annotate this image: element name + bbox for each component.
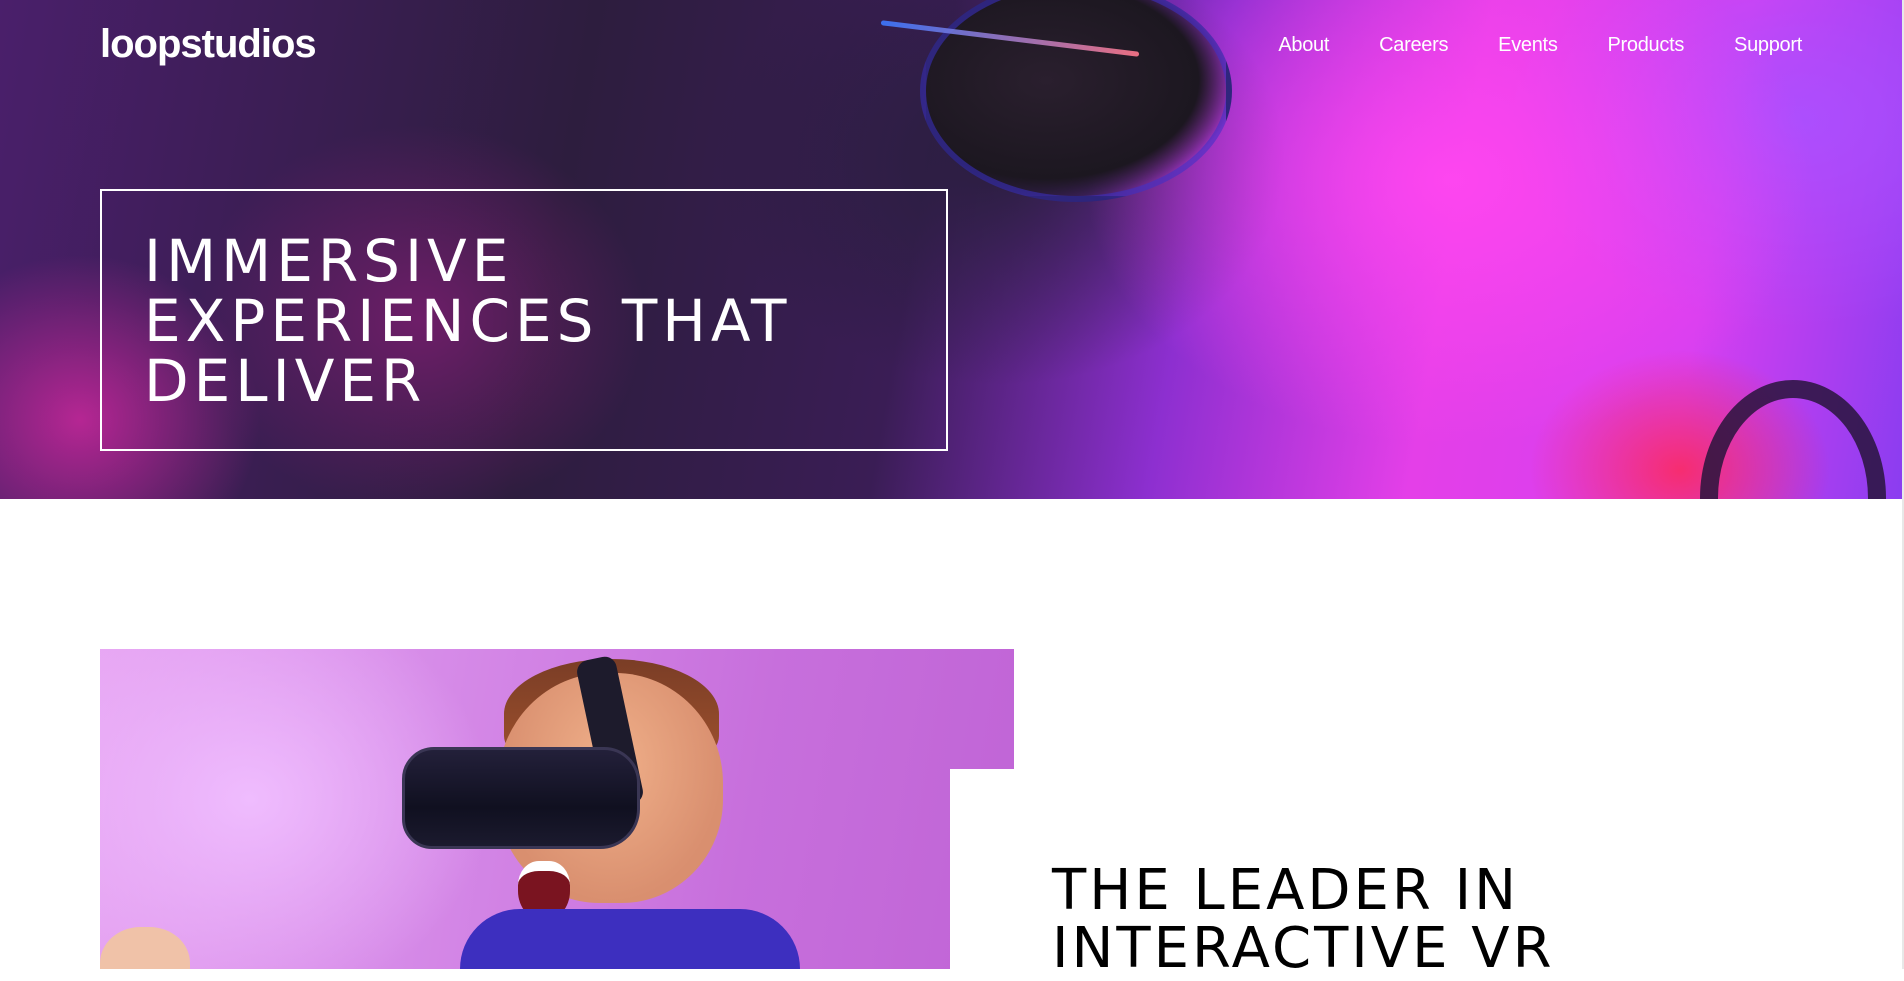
hero-title: IMMERSIVE EXPERIENCES THAT DELIVER <box>144 231 946 411</box>
site-header: loopstudios About Careers Events Product… <box>100 22 1804 66</box>
logo[interactable]: loopstudios <box>100 22 317 66</box>
nav-link-products[interactable]: Products <box>1608 32 1685 58</box>
hero-title-box: IMMERSIVE EXPERIENCES THAT DELIVER <box>100 189 948 451</box>
intro-title-line: INTERACTIVE VR <box>1052 916 1555 981</box>
nav-link-support[interactable]: Support <box>1734 32 1802 58</box>
main-nav: About Careers Events Products Support <box>1278 32 1802 58</box>
nav-link-about[interactable]: About <box>1278 32 1329 58</box>
person-shirt <box>460 909 800 969</box>
intro-title-line: THE LEADER IN <box>1052 858 1520 923</box>
nav-link-careers[interactable]: Careers <box>1379 32 1448 58</box>
intro-title: THE LEADER IN INTERACTIVE VR <box>1052 862 1555 978</box>
person-hand <box>100 927 190 969</box>
hero-curve-shape <box>1700 380 1886 499</box>
vr-headset-icon <box>402 747 640 849</box>
nav-link-events[interactable]: Events <box>1498 32 1558 58</box>
hero-title-line: EXPERIENCES THAT <box>144 287 792 355</box>
hero-title-line: DELIVER <box>144 347 427 415</box>
vr-headset-man-image <box>100 649 1014 969</box>
hero-section: loopstudios About Careers Events Product… <box>0 0 1904 499</box>
hero-title-line: IMMERSIVE <box>144 227 514 295</box>
